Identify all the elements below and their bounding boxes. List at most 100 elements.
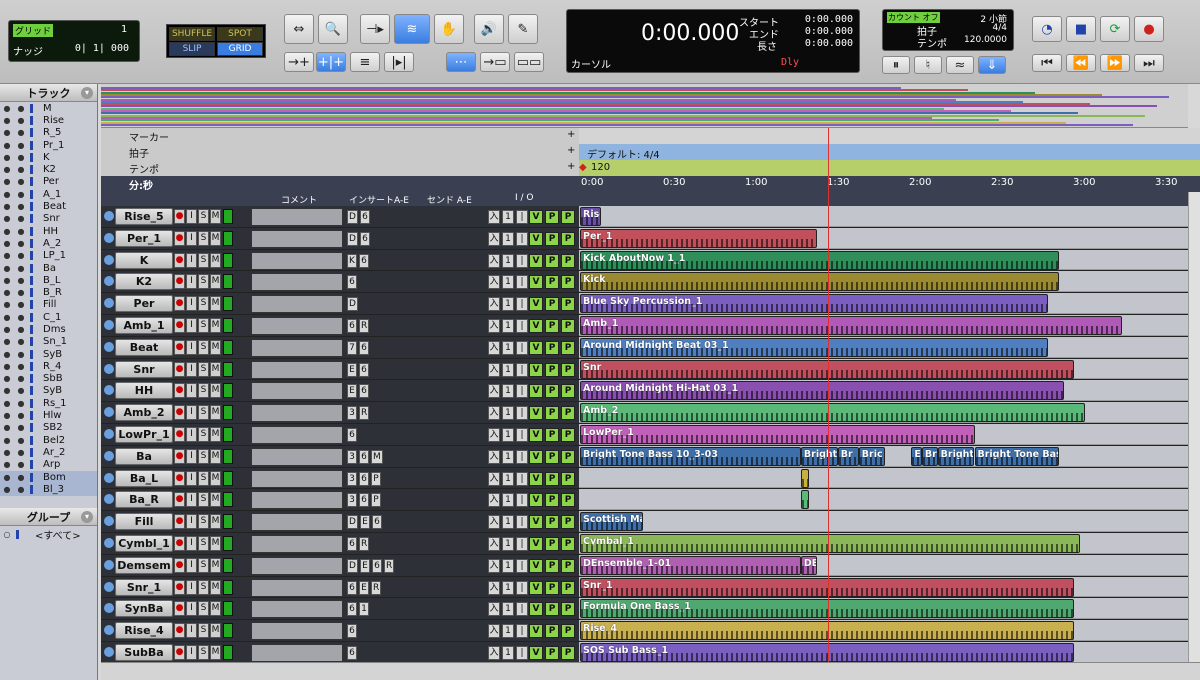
pan-knob[interactable]: | <box>516 515 528 530</box>
mute-button[interactable]: M <box>210 448 221 464</box>
audio-clip[interactable]: Blue Sky Percussion_1 <box>580 294 1049 314</box>
show-hide-icon[interactable]: ● <box>0 177 14 186</box>
solo-button[interactable]: S <box>198 252 209 268</box>
track-active-icon[interactable]: ● <box>14 325 28 334</box>
track-list-item[interactable]: ● ● Fill <box>0 299 97 311</box>
track-active-icon[interactable]: ● <box>14 276 28 285</box>
pan-knob[interactable]: | <box>516 253 528 268</box>
show-hide-icon[interactable]: ● <box>0 485 14 494</box>
insert-slot[interactable]: R <box>371 580 382 595</box>
playlist-button-2[interactable]: P <box>561 602 575 617</box>
track-name-button[interactable]: Demsem <box>115 556 173 574</box>
track-active-icon[interactable]: ● <box>14 374 28 383</box>
comment-field[interactable] <box>251 338 343 357</box>
audio-clip[interactable]: DEnse <box>800 555 817 575</box>
track-list-item[interactable]: ● ● Pr_1 <box>0 139 97 151</box>
record-arm-button[interactable]: ● <box>174 339 185 355</box>
show-hide-icon[interactable]: ● <box>0 337 14 346</box>
record-arm-button[interactable]: ● <box>174 448 185 464</box>
record-arm-button[interactable]: ● <box>174 645 185 660</box>
comment-field[interactable] <box>251 229 343 248</box>
solo-button[interactable]: S <box>198 536 209 551</box>
pan-knob[interactable]: | <box>516 537 528 551</box>
meter-ruler[interactable]: 拍子 + デフォルト: 4/4 <box>101 144 1200 161</box>
record-button[interactable]: ● <box>1134 16 1164 42</box>
record-arm-button[interactable]: ● <box>174 514 185 530</box>
insert-slot[interactable]: R <box>383 558 395 573</box>
input-monitor-button[interactable]: I <box>186 448 197 464</box>
playlist-button-2[interactable]: P <box>561 624 575 639</box>
show-hide-icon[interactable]: ● <box>0 227 14 236</box>
output-selector[interactable]: 1 <box>502 406 514 421</box>
audio-clip[interactable]: Br <box>921 446 938 466</box>
track-list-item[interactable]: ● ● Snr <box>0 213 97 225</box>
insert-slot[interactable]: 6 <box>359 362 369 377</box>
track-active-icon[interactable]: ● <box>14 337 28 346</box>
playlist-button-2[interactable]: P <box>561 362 575 377</box>
show-hide-icon[interactable]: ● <box>0 399 14 408</box>
playlist-button[interactable]: P <box>545 449 559 464</box>
audio-clip[interactable]: Scottish Marc <box>580 512 644 532</box>
voice-button[interactable]: V <box>529 340 543 355</box>
audio-clip[interactable]: Rise <box>580 207 602 226</box>
show-hide-icon[interactable]: ● <box>0 288 14 297</box>
track-active-icon[interactable]: ● <box>14 202 28 211</box>
voice-button[interactable]: V <box>529 449 543 464</box>
playlist-button-2[interactable]: P <box>561 340 575 355</box>
playlist-button[interactable]: P <box>545 340 559 355</box>
insert-slot[interactable]: 6 <box>347 602 357 617</box>
stop-button[interactable]: ■ <box>1066 16 1096 42</box>
track-lane[interactable]: Snr_1 <box>579 576 1188 598</box>
playlist-button[interactable]: P <box>545 537 559 551</box>
track-name-button[interactable]: Snr <box>115 360 173 378</box>
show-hide-icon[interactable]: ● <box>0 116 14 125</box>
track-list-item[interactable]: ● ● Beat <box>0 200 97 212</box>
show-hide-icon[interactable]: ● <box>0 251 14 260</box>
zoom-toggle-button[interactable]: ⇔ <box>284 14 314 44</box>
tempo-value[interactable]: 120.0000 <box>964 35 1007 45</box>
insert-slot[interactable]: R <box>359 537 370 551</box>
track-name-button[interactable]: HH <box>115 382 173 400</box>
track-select-icon[interactable] <box>104 276 114 287</box>
audio-clip[interactable] <box>800 468 809 488</box>
audio-clip[interactable] <box>800 490 809 510</box>
track-active-icon[interactable]: ● <box>14 214 28 223</box>
mirror-midi-button[interactable]: |▸| <box>384 52 414 72</box>
track-active-icon[interactable]: ● <box>14 153 28 162</box>
output-selector[interactable]: 1 <box>502 340 514 355</box>
solo-button[interactable]: S <box>198 274 209 290</box>
track-lane[interactable]: Amb_2 <box>579 402 1188 423</box>
input-selector[interactable]: 入 <box>488 428 500 442</box>
metronome-button[interactable]: ♮ <box>914 56 942 74</box>
track-list-item[interactable]: ● ● HH <box>0 225 97 237</box>
output-selector[interactable]: 1 <box>502 428 514 442</box>
show-hide-icon[interactable]: ● <box>0 141 14 150</box>
input-selector[interactable]: 入 <box>488 580 500 595</box>
track-select-icon[interactable] <box>104 232 114 243</box>
track-list-item[interactable]: ● ● R_4 <box>0 360 97 372</box>
playlist-button-2[interactable]: P <box>561 319 575 333</box>
groups-header[interactable]: グループ ▾ <box>0 508 97 526</box>
comment-field[interactable] <box>251 513 343 532</box>
voice-button[interactable]: V <box>529 275 543 290</box>
output-selector[interactable]: 1 <box>502 362 514 377</box>
track-name-button[interactable]: K2 <box>115 273 173 291</box>
insert-slot[interactable]: 6 <box>359 340 369 355</box>
track-name-button[interactable]: Amb_1 <box>115 317 173 334</box>
track-name-button[interactable]: Per_1 <box>115 229 173 247</box>
track-lane[interactable]: Rise_4 <box>579 620 1188 641</box>
track-name-button[interactable]: Fill <box>115 513 173 531</box>
track-lane[interactable]: Kick <box>579 271 1188 293</box>
record-arm-button[interactable]: ● <box>174 209 185 224</box>
track-active-icon[interactable]: ● <box>14 313 28 322</box>
audio-clip[interactable]: DEnsemble_1-01 <box>580 555 801 575</box>
solo-button[interactable]: S <box>198 623 209 639</box>
pan-knob[interactable]: | <box>516 646 528 660</box>
audio-clip[interactable]: Per_1 <box>580 228 817 248</box>
solo-button[interactable]: S <box>198 405 209 421</box>
track-active-icon[interactable]: ● <box>14 227 28 236</box>
output-selector[interactable]: 1 <box>502 319 514 333</box>
voice-button[interactable]: V <box>529 231 543 246</box>
insert-slot[interactable]: 3 <box>347 406 357 421</box>
track-list-item[interactable]: ● ● M <box>0 102 97 114</box>
